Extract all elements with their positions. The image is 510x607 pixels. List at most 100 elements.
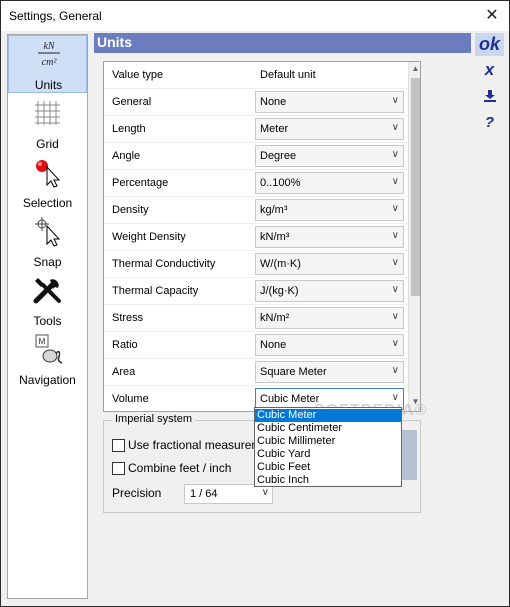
stamp-icon — [483, 90, 496, 102]
row-label: Volume — [112, 393, 149, 405]
row-label: Thermal Conductivity — [112, 258, 216, 270]
sidebar-item-label: Grid — [36, 137, 59, 151]
unit-value: None — [260, 96, 287, 108]
row-label: Density — [112, 204, 149, 216]
dropdown-option[interactable]: Cubic Inch — [255, 474, 401, 487]
dropdown-option[interactable]: Cubic Feet — [255, 461, 401, 474]
precision-value: 1 / 64 — [190, 488, 218, 500]
chevron-down-icon: ∨ — [391, 203, 399, 214]
sidebar-item-label: Navigation — [19, 373, 76, 387]
unit-value: Square Meter — [260, 366, 327, 378]
table-row: Angle Degree ∨ — [104, 143, 408, 170]
table-row: Density kg/m³ ∨ — [104, 197, 408, 224]
table-scrollbar[interactable]: ▲ ▼ — [408, 62, 420, 411]
chevron-down-icon: ∨ — [391, 311, 399, 322]
dropdown-option[interactable]: Cubic Meter — [255, 409, 401, 422]
unit-select[interactable]: Degree ∨ — [255, 145, 404, 167]
close-icon[interactable]: ✕ — [475, 1, 509, 31]
sidebar-item-snap[interactable]: Snap — [8, 213, 87, 271]
unit-value: kN/m² — [260, 312, 290, 324]
chevron-down-icon: ∨ — [391, 176, 399, 187]
precision-label: Precision — [112, 486, 162, 500]
dropdown-option[interactable]: Cubic Centimeter — [255, 422, 401, 435]
right-toolbar: ok x ? — [475, 33, 504, 599]
sidebar-item-label: Units — [34, 78, 63, 92]
unit-select[interactable]: Square Meter ∨ — [255, 361, 404, 383]
svg-text:kN: kN — [43, 41, 55, 52]
unit-select[interactable]: Meter ∨ — [255, 118, 404, 140]
unit-select[interactable]: 0..100% ∨ — [255, 172, 404, 194]
chevron-down-icon: ∨ — [261, 487, 269, 498]
sidebar-item-label: Tools — [33, 314, 62, 328]
table-row: Weight Density kN/m³ ∨ — [104, 224, 408, 251]
chevron-down-icon: ∨ — [391, 338, 399, 349]
unit-value: 0..100% — [260, 177, 301, 189]
dropdown-option[interactable]: Cubic Millimeter — [255, 435, 401, 448]
row-label: General — [112, 96, 152, 108]
row-label: Stress — [112, 312, 144, 324]
grid-icon — [35, 101, 60, 125]
section-header: Units — [94, 33, 471, 53]
sidebar-item-grid[interactable]: Grid — [8, 95, 87, 153]
sidebar-item-label: Selection — [22, 196, 73, 210]
svg-text:cm²: cm² — [42, 57, 58, 68]
unit-select[interactable]: None ∨ — [255, 334, 404, 356]
unit-value: Cubic Meter — [260, 393, 320, 405]
sidebar-item-navigation[interactable]: M Navigation — [8, 331, 87, 389]
table-row: Thermal Capacity J/(kg·K) ∨ — [104, 278, 408, 305]
sidebar-item-units[interactable]: kN cm² Units — [8, 35, 87, 93]
precision-select[interactable]: 1 / 64 ∨ — [184, 484, 273, 504]
tools-icon — [33, 278, 61, 304]
selection-icon — [36, 160, 61, 188]
table-row: Stress kN/m² ∨ — [104, 305, 408, 332]
unit-select[interactable]: kg/m³ ∨ — [255, 199, 404, 221]
chevron-down-icon: ∨ — [391, 230, 399, 241]
unit-value: None — [260, 339, 287, 351]
chevron-down-icon: ∨ — [391, 365, 399, 376]
table-row: Thermal Conductivity W/(m·K) ∨ — [104, 251, 408, 278]
row-label: Length — [112, 123, 146, 135]
group-legend: Imperial system — [112, 413, 196, 425]
cancel-button[interactable]: x — [475, 59, 504, 82]
unit-value: W/(m·K) — [260, 258, 301, 270]
unit-value: J/(kg·K) — [260, 285, 299, 297]
chevron-down-icon: ∨ — [391, 284, 399, 295]
row-label: Weight Density — [112, 231, 186, 243]
ok-button[interactable]: ok — [475, 33, 504, 56]
table-row: Length Meter ∨ — [104, 116, 408, 143]
sidebar-item-tools[interactable]: Tools — [8, 272, 87, 330]
unit-select[interactable]: W/(m·K) ∨ — [255, 253, 404, 275]
unit-select[interactable]: kN/m² ∨ — [255, 307, 404, 329]
scroll-up-icon[interactable]: ▲ — [409, 64, 420, 76]
unit-value: kN/m³ — [260, 231, 290, 243]
unit-select[interactable]: J/(kg·K) ∨ — [255, 280, 404, 302]
unit-value: Meter — [260, 123, 289, 135]
combine-feet-inch-checkbox[interactable] — [112, 462, 125, 475]
chevron-down-icon: ∨ — [391, 95, 399, 106]
sidebar-item-label: Snap — [33, 255, 62, 269]
row-label: Thermal Capacity — [112, 285, 199, 297]
volume-dropdown-list[interactable]: Cubic Meter Cubic Centimeter Cubic Milli… — [254, 407, 402, 487]
apply-button[interactable] — [475, 85, 504, 108]
fractional-label: Use fractional measurem — [128, 438, 262, 452]
combine-feet-inch-label: Combine feet / inch — [128, 461, 232, 475]
unit-select[interactable]: None ∨ — [255, 91, 404, 113]
svg-text:M: M — [39, 337, 46, 346]
window-title: Settings, General — [9, 9, 102, 23]
dropdown-option[interactable]: Cubic Yard — [255, 448, 401, 461]
unit-select[interactable]: kN/m³ ∨ — [255, 226, 404, 248]
chevron-down-icon: ∨ — [391, 122, 399, 133]
row-label: Angle — [112, 150, 141, 162]
sidebar-item-selection[interactable]: Selection — [8, 154, 87, 212]
table-row: Area Square Meter ∨ — [104, 359, 408, 386]
table-header: Value type Default unit — [104, 62, 408, 89]
unit-value: kg/m³ — [260, 204, 288, 216]
help-button[interactable]: ? — [475, 111, 504, 134]
group-side-panel — [402, 430, 417, 480]
fractional-checkbox[interactable] — [112, 439, 125, 452]
snap-icon — [35, 217, 61, 247]
navigation-icon: M — [35, 334, 63, 364]
chevron-down-icon: ∨ — [391, 257, 399, 268]
scrollbar-thumb[interactable] — [411, 78, 420, 296]
row-label: Ratio — [112, 339, 138, 351]
